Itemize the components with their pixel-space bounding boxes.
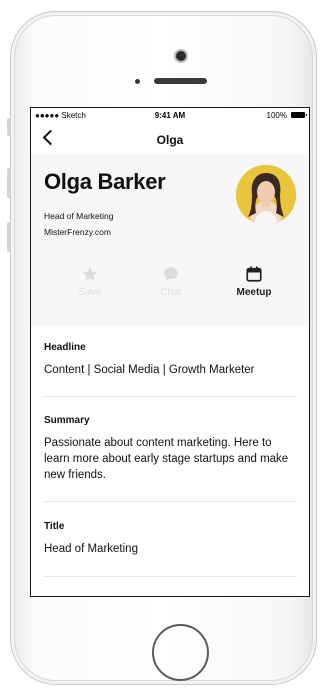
title-section: Title Head of Marketing	[44, 521, 297, 557]
avatar[interactable]	[236, 165, 296, 225]
divider	[44, 501, 297, 502]
profile-name: Olga Barker	[44, 169, 166, 194]
action-row: Save Chat Meetup	[31, 265, 309, 315]
battery-percent: 100%	[266, 111, 287, 120]
chat-label: Chat	[160, 287, 182, 298]
summary-body: Passionate about content marketing. Here…	[44, 437, 289, 481]
chat-bubble-icon	[164, 267, 178, 281]
nav-title: Olga	[156, 133, 184, 147]
avatar-portrait-icon	[236, 165, 296, 225]
summary-section: Summary Passionate about content marketi…	[44, 415, 297, 483]
navigation-bar: Olga	[31, 123, 309, 155]
profile-header: Olga Barker Head of Marketing MisterFren…	[31, 155, 309, 325]
calendar-icon	[246, 266, 262, 282]
battery-icon	[291, 112, 307, 118]
status-bar: ●●●●● Sketch 9:41 AM 100%	[31, 108, 309, 123]
proximity-sensor	[135, 79, 140, 84]
divider	[44, 576, 297, 577]
title-title: Title	[44, 521, 65, 532]
save-label: Save	[78, 287, 102, 298]
screen: ●●●●● Sketch 9:41 AM 100% Olga Olga Bark…	[30, 107, 310, 597]
profile-website[interactable]: MisterFrenzy.com	[44, 227, 111, 237]
meetup-label: Meetup	[236, 287, 272, 298]
headline-body: Content | Social Media | Growth Marketer	[44, 364, 255, 376]
profile-role: Head of Marketing	[44, 211, 114, 221]
headline-section: Headline Content | Social Media | Growth…	[44, 342, 297, 378]
summary-title: Summary	[44, 415, 90, 426]
headline-title: Headline	[44, 342, 86, 353]
mute-switch[interactable]	[7, 118, 11, 136]
chat-button[interactable]: Chat	[136, 265, 206, 298]
title-body: Head of Marketing	[44, 543, 138, 555]
front-camera	[176, 51, 186, 61]
meetup-button[interactable]: Meetup	[219, 265, 289, 298]
save-button[interactable]: Save	[55, 265, 125, 298]
volume-up-button[interactable]	[7, 168, 11, 198]
divider	[44, 396, 297, 397]
volume-down-button[interactable]	[7, 222, 11, 252]
earpiece-speaker	[154, 78, 207, 84]
star-icon	[82, 266, 98, 281]
home-button[interactable]	[152, 624, 209, 681]
